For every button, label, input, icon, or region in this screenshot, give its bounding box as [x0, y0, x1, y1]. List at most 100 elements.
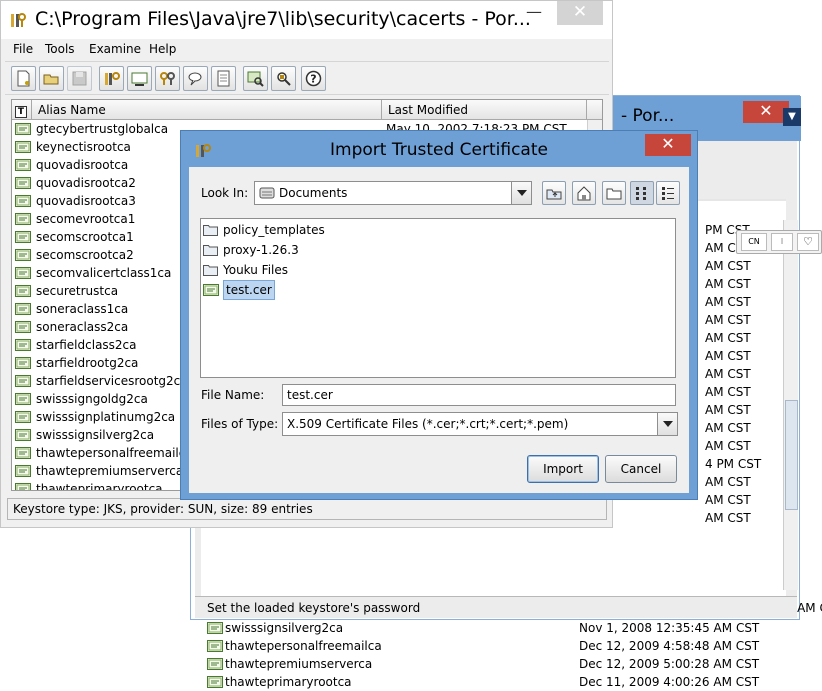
menu-examine[interactable]: Examine	[89, 42, 141, 56]
new-folder-icon	[606, 188, 622, 200]
menu-help[interactable]: Help	[149, 42, 176, 56]
trusted-certificate-icon	[15, 357, 31, 369]
home-button[interactable]	[572, 181, 596, 205]
up-folder-icon	[546, 189, 562, 200]
cancel-button[interactable]: Cancel	[605, 455, 677, 483]
chevron-down-icon[interactable]	[511, 182, 531, 204]
alias-cell: thawteprimaryrootca	[225, 675, 352, 689]
generate-keypair-button[interactable]	[99, 66, 124, 91]
alias-cell: gtecybertrustglobalca	[36, 122, 169, 136]
main-window-titlebar[interactable]: C:\Program Files\Java\jre7\lib\security\…	[1, 1, 612, 39]
alias-cell: quovadisrootca	[36, 158, 129, 172]
trusted-certificate-icon	[15, 159, 31, 171]
certificate-file-icon	[203, 284, 219, 296]
import-keypair-button[interactable]	[155, 66, 180, 91]
alias-cell: secomevrootca1	[36, 212, 136, 226]
minimize-button[interactable]: —	[511, 1, 557, 25]
ime-toolbar: CN ⁝ ♡	[736, 230, 822, 254]
details-view-button[interactable]	[656, 181, 680, 205]
menu-tools[interactable]: Tools	[45, 42, 75, 56]
trusted-certificate-icon	[15, 285, 31, 297]
trusted-certificate-icon	[15, 429, 31, 441]
column-header-last-modified[interactable]: Last Modified	[382, 100, 587, 120]
set-password-button[interactable]	[183, 66, 208, 91]
chevron-down-icon[interactable]	[657, 413, 677, 435]
background-date-cell: 4 PM CST	[705, 457, 762, 471]
trusted-certificate-icon	[15, 177, 31, 189]
alias-cell: thawtepremiumserverca	[36, 464, 184, 478]
file-name: Youku Files	[223, 263, 289, 277]
trusted-certificate-icon	[207, 676, 223, 688]
alias-cell: securetrustca	[36, 284, 119, 298]
background-date-cell: AM CST	[705, 421, 751, 435]
dialog-close-button[interactable]: ✕	[645, 134, 691, 156]
background-table-scrollbar[interactable]	[783, 220, 798, 590]
background-table-row[interactable]: swisssignsilverg2ca Nov 1, 2008 12:35:45 …	[201, 619, 786, 637]
background-date-cell: AM CST	[705, 295, 751, 309]
file-type-dropdown[interactable]: X.509 Certificate Files (*.cer;*.crt;*.c…	[282, 412, 678, 436]
background-table-row[interactable]: thawteprimaryrootca Dec 11, 2009 4:00:26 …	[201, 673, 786, 691]
trusted-certificate-icon	[15, 213, 31, 225]
trusted-certificate-icon	[15, 267, 31, 279]
trusted-certificate-icon	[15, 483, 31, 490]
look-in-dropdown[interactable]: Documents	[254, 181, 532, 205]
ime-menu-button[interactable]: ⁝	[771, 233, 793, 251]
file-name-input[interactable]: test.cer	[282, 384, 676, 406]
background-date-cell: AM CST	[705, 403, 751, 417]
background-table-row[interactable]: thawtepremiumserverca Dec 12, 2009 5:00:2…	[201, 655, 786, 673]
alias-cell: secomscrootca1	[36, 230, 134, 244]
new-keystore-icon	[17, 70, 30, 87]
alias-cell: soneraclass1ca	[36, 302, 129, 316]
help-icon: ?	[305, 70, 322, 87]
help-button[interactable]: ?	[301, 66, 326, 91]
main-window-close-button[interactable]: ✕	[557, 1, 603, 25]
menu-file[interactable]: File	[13, 42, 33, 56]
alias-cell: swisssignsilverg2ca	[36, 428, 155, 442]
status-bar: Keystore type: JKS, provider: SUN, size:…	[7, 498, 607, 520]
menu-bar: File Tools Examine Help	[5, 39, 609, 59]
details-view-icon	[662, 187, 674, 200]
background-table-row[interactable]: thawtepersonalfreemailca Dec 12, 2009 4:5…	[201, 637, 786, 655]
save-keystore-icon	[72, 71, 87, 86]
background-date-cell: AM CST	[705, 475, 751, 489]
import-trusted-cert-button[interactable]	[127, 66, 152, 91]
alias-cell: thawtepersonalfreemailca	[36, 446, 193, 460]
examine-cert-button[interactable]	[243, 66, 268, 91]
open-keystore-button[interactable]	[39, 66, 64, 91]
dialog-titlebar[interactable]: Import Trusted Certificate ✕	[181, 131, 697, 167]
list-view-button[interactable]	[630, 181, 654, 205]
new-keystore-button[interactable]	[11, 66, 36, 91]
new-folder-button[interactable]	[602, 181, 626, 205]
column-header-alias[interactable]: Alias Name	[32, 100, 382, 120]
alias-cell: thawtepersonalfreemailca	[225, 639, 382, 653]
ime-language-button[interactable]: CN	[741, 233, 767, 251]
examine-ssl-button[interactable]	[271, 66, 296, 91]
trusted-certificate-icon	[15, 411, 31, 423]
file-list: policy_templates proxy-1.26.3 Youku Files t…	[200, 218, 676, 378]
folder-icon	[203, 245, 218, 256]
generate-keypair-icon	[105, 72, 120, 85]
alias-cell: quovadisrootca2	[36, 176, 136, 190]
background-window-dropdown-button[interactable]: ▼	[783, 108, 801, 126]
open-keystore-icon	[43, 74, 59, 85]
up-folder-button[interactable]	[542, 181, 566, 205]
column-header-type[interactable]: T	[12, 100, 32, 120]
background-date-cell: AM CST	[705, 511, 751, 525]
ime-skin-button[interactable]: ♡	[797, 233, 819, 251]
import-trusted-cert-icon	[131, 72, 148, 86]
set-password-icon	[188, 72, 202, 86]
background-window-title: - Por...	[621, 106, 675, 126]
trusted-certificate-icon	[15, 303, 31, 315]
import-button[interactable]: Import	[527, 455, 599, 483]
background-status-bar: Set the loaded keystore's password	[195, 596, 797, 618]
alias-cell: starfieldrootg2ca	[36, 356, 139, 370]
alias-cell: swisssignplatinumg2ca	[36, 410, 176, 424]
alias-cell: thawteprimaryrootca	[36, 482, 163, 490]
trusted-certificate-icon	[15, 249, 31, 261]
scrollbar-thumb[interactable]	[785, 400, 798, 510]
folder-icon	[203, 265, 218, 276]
save-keystore-button[interactable]	[67, 66, 92, 91]
keystore-report-button[interactable]	[211, 66, 236, 91]
background-date-cell: AM CST	[705, 385, 751, 399]
alias-cell: secomscrootca2	[36, 248, 134, 262]
